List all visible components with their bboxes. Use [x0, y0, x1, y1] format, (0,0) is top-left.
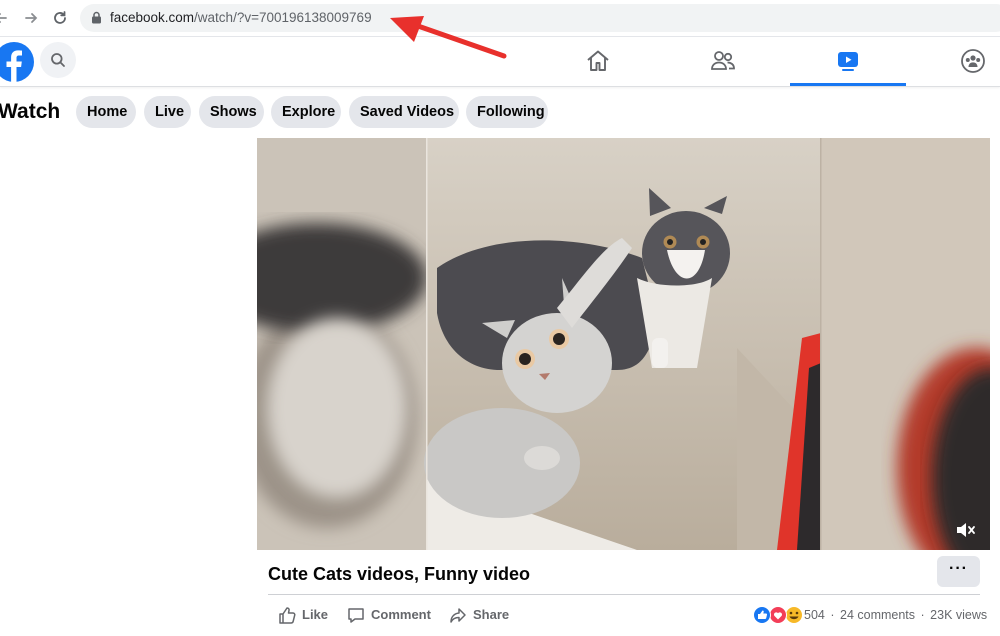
mute-icon[interactable]: [955, 520, 977, 540]
tab-following[interactable]: Following: [466, 96, 548, 128]
comment-button[interactable]: Comment: [347, 605, 437, 625]
divider: [268, 594, 980, 595]
like-icon: [279, 607, 296, 624]
view-count: 23K views: [930, 608, 988, 622]
comment-count[interactable]: 24 comments: [840, 608, 915, 622]
facebook-top-bar: [0, 37, 1000, 87]
reload-icon[interactable]: [51, 9, 69, 27]
comment-icon: [348, 608, 364, 623]
tab-home[interactable]: Home: [76, 96, 136, 128]
watch-icon[interactable]: [835, 48, 861, 74]
separator: ·: [830, 608, 835, 622]
active-tab-indicator: [790, 83, 906, 86]
back-icon[interactable]: [0, 9, 10, 27]
like-button[interactable]: Like: [278, 605, 338, 625]
like-label: Like: [302, 607, 329, 622]
tab-live[interactable]: Live: [144, 96, 191, 128]
reactions-icon[interactable]: [752, 606, 804, 624]
tab-shows[interactable]: Shows: [199, 96, 264, 128]
url-host: facebook.com: [110, 10, 195, 25]
facebook-logo-icon[interactable]: [0, 42, 34, 82]
forward-icon[interactable]: [22, 9, 40, 27]
more-options-button[interactable]: ···: [937, 556, 980, 587]
tab-explore[interactable]: Explore: [271, 96, 341, 128]
more-options-icon: ···: [949, 560, 968, 577]
video-title: Cute Cats videos, Funny video: [268, 564, 531, 584]
search-button[interactable]: [40, 42, 76, 78]
video-frame: [257, 138, 990, 550]
share-label: Share: [473, 607, 510, 622]
share-button[interactable]: Share: [449, 605, 519, 625]
share-icon: [450, 608, 466, 623]
comment-label: Comment: [371, 607, 431, 622]
tab-saved-videos[interactable]: Saved Videos: [349, 96, 459, 128]
friends-icon[interactable]: [710, 48, 736, 74]
post-stats: 504 · 24 comments · 23K views: [804, 606, 987, 624]
search-icon: [51, 53, 65, 67]
separator: ·: [920, 608, 925, 622]
video-player[interactable]: [257, 138, 990, 550]
url-path: /watch/?v=700196138009769: [194, 10, 372, 25]
groups-icon[interactable]: [960, 48, 986, 74]
home-icon[interactable]: [585, 48, 611, 74]
browser-toolbar: facebook.com/watch/?v=700196138009769: [0, 0, 1000, 37]
reaction-count[interactable]: 504: [804, 608, 825, 622]
address-bar-url[interactable]: facebook.com/watch/?v=700196138009769: [110, 10, 372, 26]
page-title: Watch: [0, 100, 61, 123]
lock-icon[interactable]: [91, 11, 102, 24]
